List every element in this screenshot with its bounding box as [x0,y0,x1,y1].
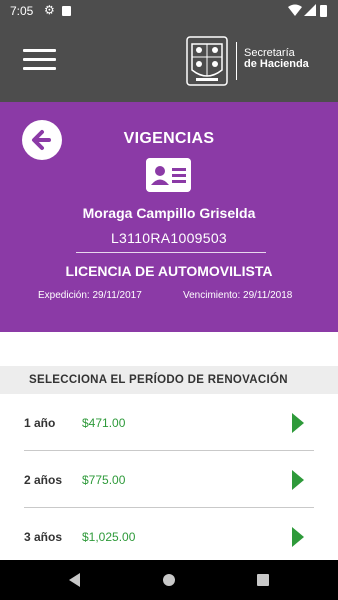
wifi-icon [288,4,302,16]
option-price: $471.00 [82,416,126,430]
battery-icon [320,5,327,17]
hamburger-menu-icon[interactable] [23,47,56,73]
expiration-date: Vencimiento: 29/11/2018 [183,290,293,301]
sd-card-icon [62,6,71,16]
id-card-icon [146,158,191,192]
system-nav-bar [0,560,338,600]
section-title: SELECCIONA EL PERÍODO DE RENOVACIÓN [29,374,288,386]
option-price: $1,025.00 [82,530,136,544]
renewal-option-1-year[interactable]: 1 año $471.00 [0,394,338,450]
gear-icon: ⚙ [44,3,55,17]
play-arrow-icon[interactable] [292,527,304,547]
back-triangle-icon[interactable] [69,573,80,587]
play-arrow-icon[interactable] [292,470,304,490]
app-bar: Secretaría de Hacienda [0,22,338,102]
home-circle-icon[interactable] [163,574,175,586]
page-title: VIGENCIAS [123,130,215,147]
logo-divider [236,42,237,80]
holder-name: Moraga Campillo Griselda [82,205,256,221]
coat-of-arms-icon [186,36,228,86]
option-label: 3 años [24,530,63,544]
signal-icon [304,4,316,16]
option-price: $775.00 [82,473,126,487]
option-label: 1 año [24,416,56,430]
status-bar: 7:05 ⚙ [0,0,338,22]
recents-square-icon[interactable] [257,574,269,586]
play-arrow-icon[interactable] [292,413,304,433]
license-type: LICENCIA DE AUTOMOVILISTA [65,263,273,279]
issue-date: Expedición: 29/11/2017 [38,290,142,301]
option-label: 2 años [24,473,63,487]
secretaria-logo: Secretaría de Hacienda [244,48,309,70]
logo-line-2: de Hacienda [244,58,309,70]
header-divider [76,252,266,253]
license-number: L3110RA1009503 [110,230,228,246]
status-time: 7:05 [10,4,34,18]
renewal-option-2-years[interactable]: 2 años $775.00 [0,451,338,507]
renewal-option-3-years[interactable]: 3 años $1,025.00 [0,508,338,564]
renewal-section-header: SELECCIONA EL PERÍODO DE RENOVACIÓN [0,366,338,394]
license-summary-card: VIGENCIAS Moraga Campillo Griselda L3110… [0,102,338,332]
